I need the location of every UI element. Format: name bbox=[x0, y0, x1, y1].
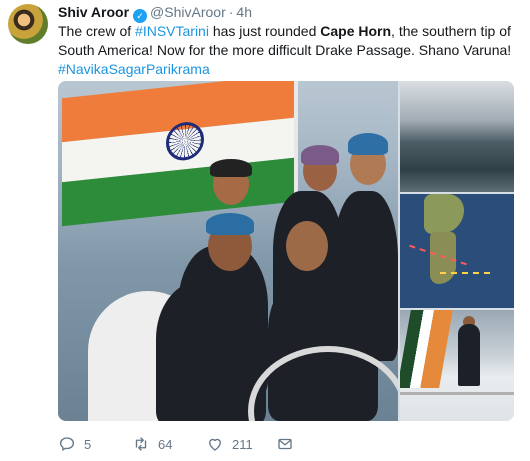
tweet-actions: 5 64 211 bbox=[58, 432, 518, 456]
tweet-header: Shiv Aroor ✓ @ShivAroor · 4h bbox=[58, 3, 252, 23]
beanie bbox=[348, 133, 388, 155]
tweet[interactable]: Shiv Aroor ✓ @ShivAroor · 4h The crew of #IN… bbox=[0, 0, 530, 461]
user-handle[interactable]: @ShivAroor bbox=[150, 4, 226, 20]
reply-count: 5 bbox=[84, 436, 92, 452]
retweet-count: 64 bbox=[158, 436, 173, 452]
avatar[interactable] bbox=[8, 4, 48, 44]
separator: · bbox=[228, 4, 234, 20]
reply-button[interactable]: 5 bbox=[58, 432, 91, 456]
media-grid bbox=[58, 81, 514, 421]
photo-route-map[interactable] bbox=[400, 194, 514, 308]
message-button[interactable] bbox=[276, 432, 302, 456]
deck-sail bbox=[400, 310, 453, 388]
like-button[interactable]: 211 bbox=[206, 432, 253, 456]
text-part: has just rounded bbox=[208, 23, 321, 39]
crew-member bbox=[458, 324, 480, 386]
reply-icon bbox=[59, 437, 75, 451]
bold-text: Cape Horn bbox=[320, 23, 392, 39]
india-flag bbox=[62, 81, 294, 227]
deck-rail bbox=[400, 392, 514, 395]
heart-icon bbox=[209, 438, 221, 451]
timestamp[interactable]: 4h bbox=[236, 4, 252, 20]
verified-badge-icon: ✓ bbox=[133, 9, 148, 23]
retweet-icon bbox=[135, 437, 147, 451]
route-track bbox=[440, 272, 490, 274]
text-part: The crew of bbox=[58, 23, 136, 39]
envelope-icon bbox=[278, 438, 292, 450]
beanie bbox=[206, 213, 254, 235]
retweet-button[interactable]: 64 bbox=[132, 432, 172, 456]
beanie bbox=[210, 159, 252, 177]
tweet-text: The crew of #INSVTarini has just rounded… bbox=[58, 22, 518, 79]
photo-crew-with-flag[interactable] bbox=[58, 81, 398, 421]
map-land bbox=[424, 194, 464, 234]
hashtag-link[interactable]: #NavikaSagarParikrama bbox=[58, 61, 210, 77]
beanie bbox=[301, 145, 339, 165]
like-count: 211 bbox=[232, 436, 253, 452]
hashtag-link[interactable]: #INSVTarini bbox=[135, 23, 209, 39]
photo-stormy-waves[interactable] bbox=[400, 81, 514, 192]
photo-crew-on-deck[interactable] bbox=[400, 310, 514, 421]
display-name[interactable]: Shiv Aroor bbox=[58, 4, 129, 20]
crew-face bbox=[286, 221, 328, 271]
